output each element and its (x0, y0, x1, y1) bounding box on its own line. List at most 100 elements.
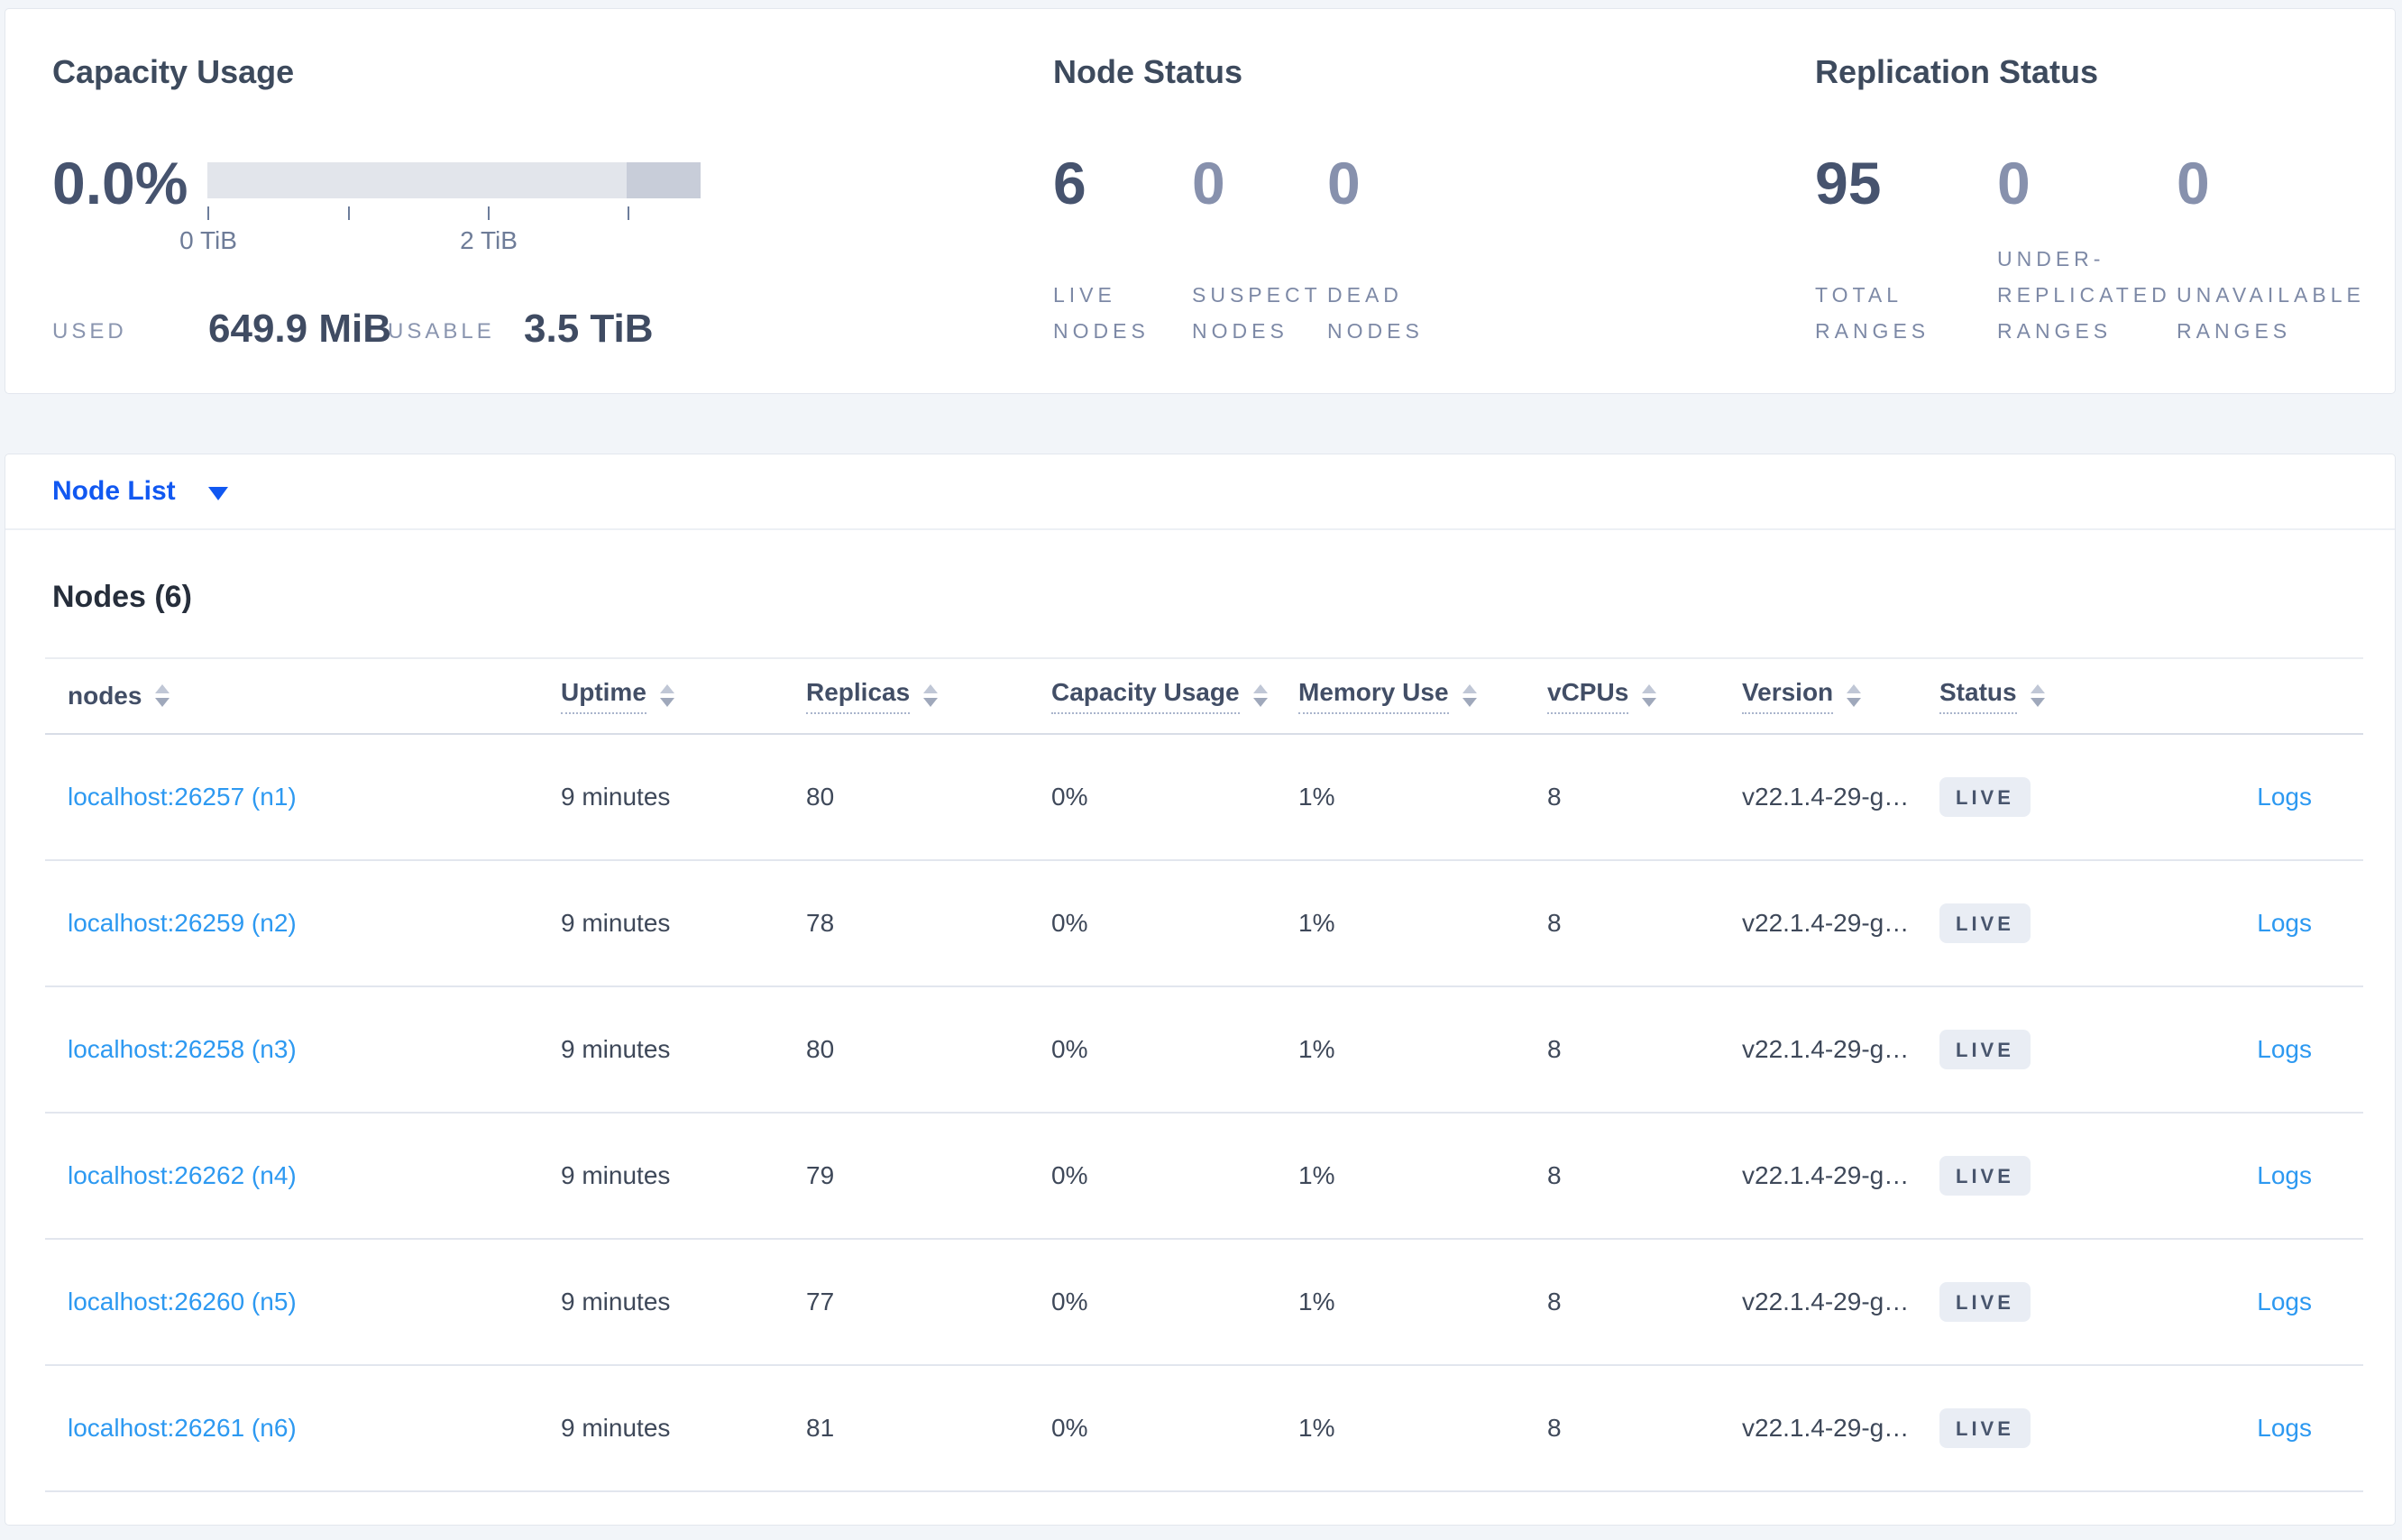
cell-status: LIVE (1917, 776, 2123, 817)
column-header-label: Uptime (561, 678, 646, 714)
table-row: localhost:26261 (n6) 9 minutes 81 0% 1% 8 v22.… (45, 1366, 2363, 1492)
node-status-stat-value: 0 (1327, 150, 1361, 216)
cell-logs: Logs (2123, 1288, 2363, 1316)
status-badge: LIVE (1939, 1281, 2031, 1322)
status-badge: LIVE (1939, 1029, 2031, 1069)
column-header-capacity[interactable]: Capacity Usage (1029, 678, 1276, 714)
nodes-table-body: localhost:26257 (n1) 9 minutes 80 0% 1% 8 v22.… (45, 735, 2363, 1492)
node-status-section: Node Status 6 LIVE NODES 0 SUSPECT NODES 0 DE… (1053, 56, 1774, 349)
node-link[interactable]: localhost:26262 (n4) (68, 1161, 297, 1190)
logs-link[interactable]: Logs (2257, 783, 2312, 811)
version-cell: v22.1.4-29-g… (1742, 1160, 1910, 1189)
replication-stat: 0 UNDER-REPLICATED RANGES (1997, 153, 2177, 349)
table-row: localhost:26257 (n1) 9 minutes 80 0% 1% 8 v22.… (45, 735, 2363, 861)
cell-node: localhost:26257 (n1) (45, 783, 538, 811)
nodes-panel-title: Nodes (6) (52, 580, 192, 614)
usable-label: USABLE (388, 319, 495, 344)
uptime-cell: 9 minutes (561, 1034, 671, 1063)
vcpus-cell: 8 (1547, 1287, 1562, 1315)
replication-stat-value: 0 (2177, 150, 2210, 216)
logs-link[interactable]: Logs (2257, 909, 2312, 938)
cell-logs: Logs (2123, 783, 2363, 811)
uptime-cell: 9 minutes (561, 782, 671, 811)
replication-stat-label: UNAVAILABLE RANGES (2177, 283, 2365, 343)
column-header-replicas[interactable]: Replicas (784, 678, 1029, 714)
nodes-table: nodes Uptime Replicas Capacity Usage Memory … (45, 656, 2363, 1492)
cell-node: localhost:26262 (n4) (45, 1161, 538, 1190)
capacity-usage-gauge: 0 TiB 2 TiB (179, 162, 701, 261)
nodes-table-header-row: nodes Uptime Replicas Capacity Usage Memory … (45, 656, 2363, 735)
replicas-cell: 80 (806, 1034, 835, 1063)
cell-node: localhost:26259 (n2) (45, 909, 538, 938)
cell-node: localhost:26258 (n3) (45, 1035, 538, 1064)
cell-logs: Logs (2123, 909, 2363, 938)
column-header-status[interactable]: Status (1917, 678, 2123, 714)
sort-arrows-icon (1252, 684, 1268, 708)
replication-stat-value: 95 (1815, 150, 1882, 216)
node-status-stat-value: 6 (1053, 150, 1086, 216)
capacity-axis-tick (488, 206, 490, 220)
node-link[interactable]: localhost:26258 (n3) (68, 1035, 297, 1064)
chevron-down-icon (207, 486, 228, 500)
capacity-usage-cell: 0% (1051, 1287, 1088, 1315)
column-header-label: Replicas (806, 678, 911, 714)
logs-link[interactable]: Logs (2257, 1414, 2312, 1443)
column-header-label: vCPUs (1547, 678, 1629, 714)
node-status-stat-label: LIVE NODES (1053, 283, 1150, 343)
replication-stat-label: UNDER-REPLICATED RANGES (1997, 247, 2171, 343)
node-status-stats: 6 LIVE NODES 0 SUSPECT NODES 0 DEAD NODES (1053, 153, 1774, 349)
node-list-selector[interactable]: Node List (5, 454, 2395, 530)
node-link[interactable]: localhost:26257 (n1) (68, 783, 297, 811)
sort-arrows-icon (1847, 684, 1862, 708)
cell-logs: Logs (2123, 1414, 2363, 1443)
column-header-node[interactable]: nodes (45, 682, 538, 710)
sort-arrows-icon (659, 684, 674, 708)
used-label: USED (52, 319, 127, 344)
memory-use-cell: 1% (1298, 782, 1335, 811)
column-header-memory[interactable]: Memory Use (1276, 678, 1525, 714)
logs-link[interactable]: Logs (2257, 1288, 2312, 1316)
vcpus-cell: 8 (1547, 1034, 1562, 1063)
column-header-vcpus[interactable]: vCPUs (1525, 678, 1719, 714)
table-row: localhost:26262 (n4) 9 minutes 79 0% 1% 8 v22.… (45, 1114, 2363, 1240)
logs-link[interactable]: Logs (2257, 1035, 2312, 1064)
column-header-label: nodes (68, 681, 142, 710)
replication-status-section: Replication Status 95 TOTAL RANGES 0 UNDER-… (1815, 56, 2392, 349)
column-header-version[interactable]: Version (1719, 678, 1917, 714)
cell-node: localhost:26261 (n6) (45, 1414, 538, 1443)
node-link[interactable]: localhost:26261 (n6) (68, 1414, 297, 1443)
sort-arrows-icon (2030, 684, 2045, 708)
replication-status-title: Replication Status (1815, 53, 2099, 90)
sort-arrows-icon (1642, 684, 1657, 708)
cell-logs: Logs (2123, 1161, 2363, 1190)
capacity-axis-tick (348, 206, 350, 220)
version-cell: v22.1.4-29-g… (1742, 782, 1910, 811)
column-header-label: Capacity Usage (1051, 678, 1240, 714)
logs-link[interactable]: Logs (2257, 1161, 2312, 1190)
cell-logs: Logs (2123, 1035, 2363, 1064)
replicas-cell: 77 (806, 1287, 835, 1315)
replication-status-stats: 95 TOTAL RANGES 0 UNDER-REPLICATED RANGES 0 U… (1815, 153, 2392, 349)
column-header-label: Status (1939, 678, 2017, 714)
node-link[interactable]: localhost:26259 (n2) (68, 909, 297, 938)
uptime-cell: 9 minutes (561, 908, 671, 937)
capacity-usage-section: Capacity Usage 0.0% 0 TiB 2 TiB USED 649.… (52, 56, 999, 349)
capacity-usage-cell: 0% (1051, 1034, 1088, 1063)
node-list-selector-label: Node List (52, 476, 176, 506)
capacity-usage-cell: 0% (1051, 1413, 1088, 1442)
column-header-label: Version (1742, 678, 1834, 714)
column-header-uptime[interactable]: Uptime (538, 678, 784, 714)
vcpus-cell: 8 (1547, 1413, 1562, 1442)
status-badge: LIVE (1939, 1155, 2031, 1196)
usable-value: 3.5 TiB (524, 307, 654, 351)
replication-stat: 95 TOTAL RANGES (1815, 153, 1997, 349)
column-header-label: Memory Use (1298, 678, 1449, 714)
capacity-axis-tick (628, 206, 629, 220)
status-badge: LIVE (1939, 776, 2031, 817)
replication-stat-label: TOTAL RANGES (1815, 283, 1930, 343)
memory-use-cell: 1% (1298, 1034, 1335, 1063)
capacity-usage-cell: 0% (1051, 908, 1088, 937)
node-link[interactable]: localhost:26260 (n5) (68, 1288, 297, 1316)
version-cell: v22.1.4-29-g… (1742, 908, 1910, 937)
cell-status: LIVE (1917, 1407, 2123, 1448)
